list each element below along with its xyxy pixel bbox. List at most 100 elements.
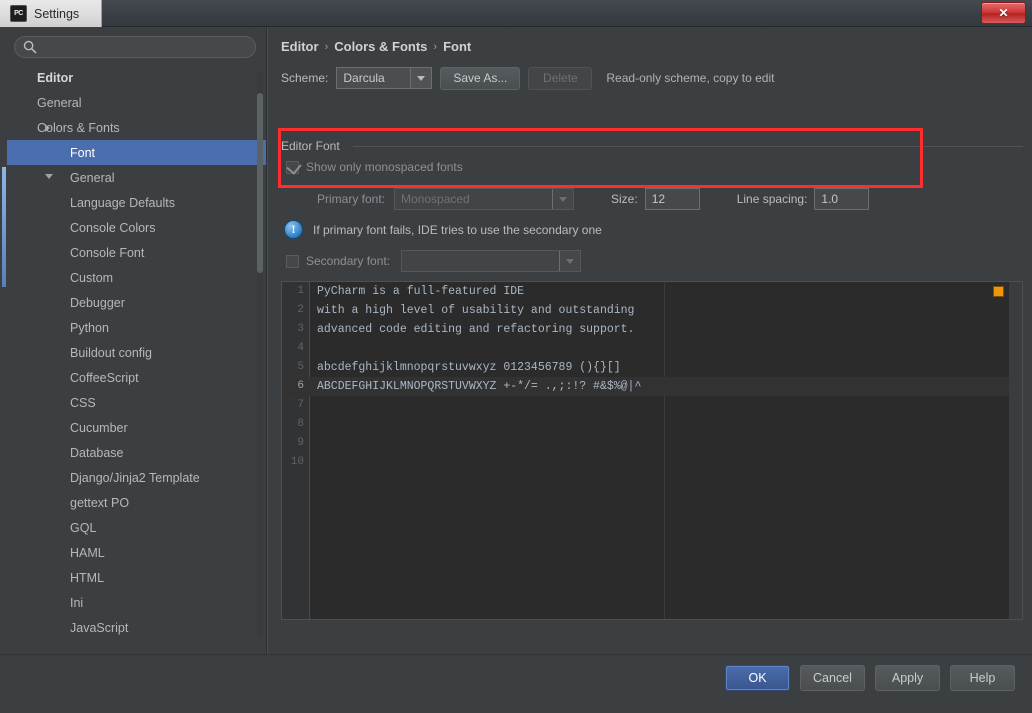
sidebar-item-label: Console Font xyxy=(70,245,145,260)
sidebar-item-general[interactable]: General xyxy=(7,165,266,190)
secondary-font-checkbox[interactable] xyxy=(286,254,299,268)
sidebar-item-python[interactable]: Python xyxy=(7,315,266,340)
line-number: 3 xyxy=(297,323,304,335)
error-stripe-marker[interactable] xyxy=(993,286,1004,297)
apply-button[interactable]: Apply xyxy=(875,665,940,691)
search-input[interactable] xyxy=(14,36,256,58)
ok-button[interactable]: OK xyxy=(725,665,790,691)
sidebar-item-ini[interactable]: Ini xyxy=(7,590,266,615)
secondary-font-select[interactable] xyxy=(401,250,582,272)
sidebar-item-cucumber[interactable]: Cucumber xyxy=(7,415,266,440)
show-monospaced-row[interactable]: Show only monospaced fonts xyxy=(286,158,463,175)
sidebar-item-label: HAML xyxy=(70,545,105,560)
left-accent-bar xyxy=(2,167,6,287)
search-wrapper xyxy=(14,36,256,58)
sidebar-item-django-jinja2-template[interactable]: Django/Jinja2 Template xyxy=(7,465,266,490)
info-icon: ! xyxy=(284,220,303,239)
primary-font-select[interactable]: Monospaced xyxy=(394,188,575,210)
code-line: 2 with a high level of usability and outs… xyxy=(282,301,1022,320)
info-row: ! If primary font fails, IDE tries to us… xyxy=(284,220,602,239)
sidebar-item-gql[interactable]: GQL xyxy=(7,515,266,540)
sidebar-item-colors-fonts[interactable]: Colors & Fonts xyxy=(7,115,266,140)
settings-dialog: Editor General Colors & Fonts Font General La… xyxy=(0,27,1032,713)
settings-main-panel: Editor › Colors & Fonts › Font Scheme: D… xyxy=(272,27,1032,654)
cancel-button[interactable]: Cancel xyxy=(800,665,865,691)
sidebar-item-html[interactable]: HTML xyxy=(7,565,266,590)
line-number: 6 xyxy=(297,380,304,392)
sidebar-item-label: Django/Jinja2 Template xyxy=(70,470,200,485)
sidebar-item-label: General xyxy=(37,95,82,110)
sidebar-item-label: GQL xyxy=(70,520,97,535)
dialog-footer: OK Cancel Apply Help xyxy=(0,654,1032,713)
show-monospaced-checkbox[interactable] xyxy=(286,158,302,175)
sidebar-item-buildout-config[interactable]: Buildout config xyxy=(7,340,266,365)
sidebar-item-console-font[interactable]: Console Font xyxy=(7,240,266,265)
font-preview-editor[interactable]: 1 PyCharm is a full-featured IDE 2 with a h… xyxy=(281,281,1023,620)
code-line: 6 ABCDEFGHIJKLMNOPQRSTUVWXYZ +-*/= .,;:!?… xyxy=(282,377,1022,396)
sidebar-item-coffeescript[interactable]: CoffeeScript xyxy=(7,365,266,390)
sidebar-item-label: Debugger xyxy=(70,295,125,310)
breadcrumb-item-colors-and-fonts[interactable]: Colors & Fonts xyxy=(334,39,427,54)
sidebar-item-label: Python xyxy=(70,320,109,335)
help-button[interactable]: Help xyxy=(950,665,1015,691)
scheme-select-value: Darcula xyxy=(343,71,385,85)
sidebar-item-console-colors[interactable]: Console Colors xyxy=(7,215,266,240)
sidebar-item-label: Font xyxy=(70,145,96,160)
breadcrumb-separator: › xyxy=(433,40,438,53)
line-number: 10 xyxy=(290,456,304,468)
sidebar-item-css[interactable]: CSS xyxy=(7,390,266,415)
sidebar-scrollbar[interactable] xyxy=(257,71,263,636)
preview-code: 1 PyCharm is a full-featured IDE 2 with a h… xyxy=(282,282,1022,619)
sidebar-item-haml[interactable]: HAML xyxy=(7,540,266,565)
chevron-down-icon xyxy=(552,189,574,209)
editor-font-group-label: Editor Font xyxy=(281,139,346,153)
chevron-down-icon xyxy=(559,251,581,271)
sidebar-item-debugger[interactable]: Debugger xyxy=(7,290,266,315)
code-line: 3 advanced code editing and refactoring s… xyxy=(282,320,1022,339)
line-spacing-input[interactable] xyxy=(814,188,870,210)
code-line: 4 xyxy=(282,339,1022,358)
sidebar-item-language-defaults[interactable]: Language Defaults xyxy=(7,190,266,215)
editor-font-group-line xyxy=(281,146,1023,147)
sidebar-item-gettext-po[interactable]: gettext PO xyxy=(7,490,266,515)
code-line: 9 xyxy=(282,434,1022,453)
window-title-tab: PC Settings xyxy=(0,0,103,27)
editor-marker-gutter[interactable] xyxy=(1009,282,1022,619)
secondary-font-label: Secondary font: xyxy=(306,254,391,268)
line-number: 9 xyxy=(297,437,304,449)
sidebar-divider-light xyxy=(267,27,268,654)
line-number: 1 xyxy=(297,285,304,297)
sidebar-item-general[interactable]: General xyxy=(7,90,266,115)
line-number: 5 xyxy=(297,361,304,373)
line-text: abcdefghijklmnopqrstuvwxyz 0123456789 ()… xyxy=(317,361,621,374)
breadcrumb-item-font: Font xyxy=(443,39,472,54)
delete-button: Delete xyxy=(528,66,593,90)
sidebar-item-label: gettext PO xyxy=(70,495,130,510)
save-as-button[interactable]: Save As... xyxy=(440,66,521,90)
dialog-content: Editor General Colors & Fonts Font General La… xyxy=(7,27,1032,654)
code-line: 5 abcdefghijklmnopqrstuvwxyz 0123456789 (… xyxy=(282,358,1022,377)
sidebar-item-javascript[interactable]: JavaScript xyxy=(7,615,266,640)
scheme-label: Scheme: xyxy=(281,71,329,85)
sidebar-item-database[interactable]: Database xyxy=(7,440,266,465)
breadcrumb-item-editor[interactable]: Editor xyxy=(281,39,319,54)
font-size-input[interactable] xyxy=(644,188,700,210)
sidebar-item-label: Buildout config xyxy=(70,345,153,360)
secondary-font-row: Secondary font: xyxy=(286,250,582,272)
settings-tree[interactable]: Editor General Colors & Fonts Font General La… xyxy=(7,65,266,654)
sidebar-item-label: Cucumber xyxy=(70,420,128,435)
sidebar-item-label: Language Defaults xyxy=(70,195,175,210)
settings-sidebar: Editor General Colors & Fonts Font General La… xyxy=(7,27,266,654)
scheme-select[interactable]: Darcula xyxy=(336,67,433,89)
line-text: PyCharm is a full-featured IDE xyxy=(317,285,525,298)
scheme-hint: Read-only scheme, copy to edit xyxy=(606,71,775,85)
code-line: 1 PyCharm is a full-featured IDE xyxy=(282,282,1022,301)
sidebar-item-label: Colors & Fonts xyxy=(37,120,120,135)
sidebar-item-font[interactable]: Font xyxy=(7,140,266,165)
close-icon[interactable]: ✕ xyxy=(981,2,1026,24)
sidebar-item-label: CoffeeScript xyxy=(70,370,139,385)
sidebar-item-custom[interactable]: Custom xyxy=(7,265,266,290)
sidebar-scrollbar-thumb[interactable] xyxy=(257,93,263,273)
sidebar-item-editor[interactable]: Editor xyxy=(7,65,266,90)
line-number: 2 xyxy=(297,304,304,316)
